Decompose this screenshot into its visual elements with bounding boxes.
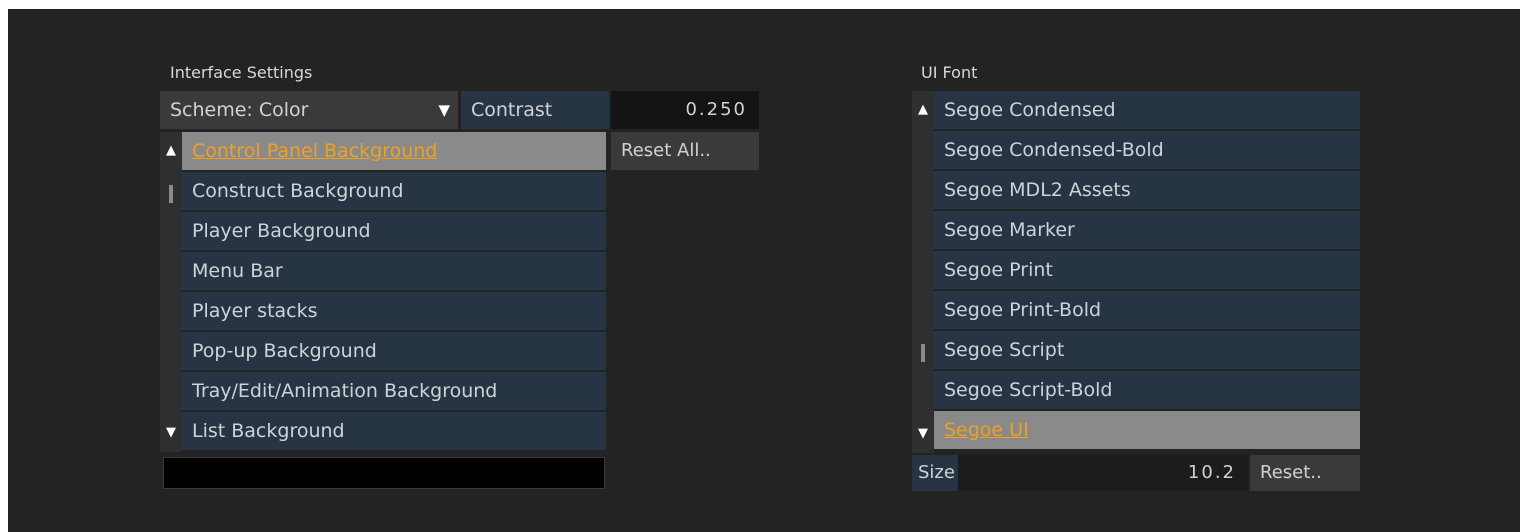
ui-font-title: UI Font xyxy=(921,63,978,82)
interface-settings-title: Interface Settings xyxy=(170,63,313,82)
scroll-up-icon[interactable]: ▲ xyxy=(912,91,934,129)
list-item[interactable]: Player stacks xyxy=(182,292,606,330)
scroll-down-icon[interactable]: ▼ xyxy=(160,414,182,452)
list-item[interactable]: Segoe UI xyxy=(934,411,1360,449)
scroll-down-icon[interactable]: ▼ xyxy=(912,415,934,453)
contrast-label: Contrast xyxy=(471,99,553,121)
scheme-dropdown-label: Scheme: Color xyxy=(170,99,309,121)
reset-font-button[interactable]: Reset.. xyxy=(1250,455,1360,491)
list-item[interactable]: Segoe MDL2 Assets xyxy=(934,171,1360,209)
scheme-dropdown[interactable]: Scheme: Color ▼ xyxy=(160,91,458,129)
color-swatch[interactable] xyxy=(163,457,605,489)
list-item[interactable]: Menu Bar xyxy=(182,252,606,290)
list-item[interactable]: Construct Background xyxy=(182,172,606,210)
scroll-up-icon[interactable]: ▲ xyxy=(160,132,182,170)
contrast-label-box: Contrast xyxy=(461,91,609,129)
list-item[interactable]: Segoe Print xyxy=(934,251,1360,289)
size-label-box: Size xyxy=(912,455,958,491)
scroll-thumb[interactable] xyxy=(169,185,173,203)
list-item[interactable]: Segoe Print-Bold xyxy=(934,291,1360,329)
list-item[interactable]: Segoe Marker xyxy=(934,211,1360,249)
size-label: Size xyxy=(918,462,955,483)
scroll-thumb[interactable] xyxy=(921,344,925,362)
list-item[interactable]: List Background xyxy=(182,412,606,450)
chevron-down-icon: ▼ xyxy=(438,101,450,119)
reset-all-button[interactable]: Reset All.. xyxy=(611,132,759,170)
font-list-scrollbar[interactable]: ▲ ▼ xyxy=(912,91,934,453)
color-list-scrollbar[interactable]: ▲ ▼ xyxy=(160,132,182,452)
list-item[interactable]: Segoe Condensed xyxy=(934,91,1360,129)
settings-panel: Interface Settings Scheme: Color ▼ Contr… xyxy=(8,9,1520,532)
list-item[interactable]: Pop-up Background xyxy=(182,332,606,370)
contrast-value-field[interactable]: 0.250 xyxy=(611,91,759,129)
list-item[interactable]: Segoe Condensed-Bold xyxy=(934,131,1360,169)
list-item[interactable]: Control Panel Background xyxy=(182,132,606,170)
list-item[interactable]: Player Background xyxy=(182,212,606,250)
list-item[interactable]: Segoe Script-Bold xyxy=(934,371,1360,409)
font-size-field[interactable]: 10.2 xyxy=(958,455,1248,491)
list-item[interactable]: Tray/Edit/Animation Background xyxy=(182,372,606,410)
list-item[interactable]: Segoe Script xyxy=(934,331,1360,369)
